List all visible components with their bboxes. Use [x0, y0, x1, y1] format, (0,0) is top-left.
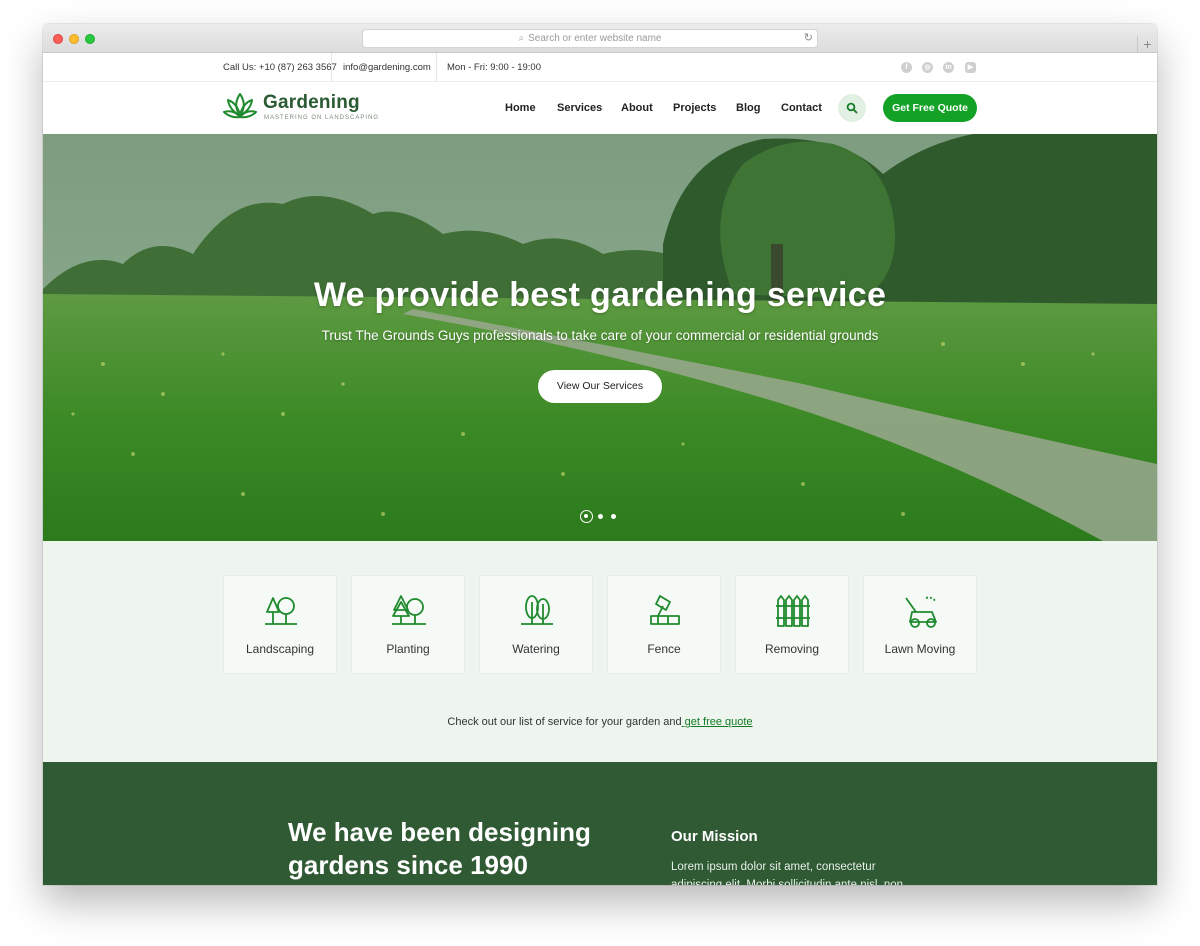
nav-home[interactable]: Home: [505, 82, 536, 134]
get-free-quote-button[interactable]: Get Free Quote: [883, 94, 977, 122]
nav-services[interactable]: Services: [557, 82, 602, 134]
service-label: Removing: [764, 642, 820, 656]
logo-tagline: MASTERING ON LANDSCAPING: [264, 115, 380, 121]
service-label: Fence: [647, 642, 681, 656]
service-card-planting[interactable]: Planting: [351, 575, 465, 674]
close-window-button[interactable]: [53, 34, 63, 44]
hero-slider: We provide best gardening service Trust …: [43, 134, 1157, 541]
nav-about[interactable]: About: [621, 82, 653, 134]
nav-projects[interactable]: Projects: [673, 82, 716, 134]
mission-text: Lorem ipsum dolor sit amet, consectetur …: [671, 861, 904, 885]
slider-dot-1[interactable]: [580, 510, 593, 523]
search-button[interactable]: [838, 94, 866, 122]
divider: [436, 53, 437, 82]
slider-dot-2[interactable]: [598, 514, 603, 519]
lotus-icon: [223, 93, 257, 119]
reload-icon[interactable]: ↻: [804, 30, 813, 47]
address-placeholder: Search or enter website name: [528, 33, 662, 44]
linkedin-icon[interactable]: in: [943, 62, 954, 73]
services-section: Landscaping Planting Watering Fence Remo…: [43, 541, 1157, 762]
browser-window: ⌕ Search or enter website name ↻ + Call U…: [43, 24, 1157, 885]
facebook-icon[interactable]: f: [901, 62, 912, 73]
youtube-icon[interactable]: ▶: [965, 62, 976, 73]
hero-subtitle: Trust The Grounds Guys professionals to …: [321, 328, 879, 343]
search-icon: [846, 102, 858, 114]
search-icon: ⌕: [518, 33, 525, 44]
planting-icon: [392, 595, 426, 625]
get-free-quote-link[interactable]: get free quote: [682, 716, 753, 728]
landscaping-icon: [265, 597, 297, 625]
service-label: Lawn Moving: [884, 642, 956, 656]
service-card-landscaping[interactable]: Landscaping: [223, 575, 337, 674]
mission-title: Our Mission: [671, 828, 758, 845]
browser-toolbar: ⌕ Search or enter website name ↻ +: [43, 24, 1157, 53]
lawn-mower-icon: [905, 596, 937, 628]
services-note: Check out our list of service for your g…: [43, 716, 1157, 728]
minimize-window-button[interactable]: [69, 34, 79, 44]
divider: [331, 53, 332, 82]
about-section: We have been designing gardens since 199…: [43, 762, 1157, 885]
site-logo[interactable]: Gardening MASTERING ON LANDSCAPING: [223, 91, 378, 125]
service-label: Landscaping: [245, 642, 315, 656]
service-label: Planting: [386, 642, 430, 656]
fence-tool-icon: [650, 595, 680, 625]
about-heading: We have been designing gardens since 199…: [288, 817, 591, 880]
instagram-icon[interactable]: ◎: [922, 62, 933, 73]
service-card-lawn-moving[interactable]: Lawn Moving: [863, 575, 977, 674]
watering-icon: [521, 595, 553, 625]
maximize-window-button[interactable]: [85, 34, 95, 44]
logo-title: Gardening: [263, 92, 360, 113]
service-label: Watering: [512, 642, 560, 656]
service-card-removing[interactable]: Removing: [735, 575, 849, 674]
top-info-bar: Call Us: +10 (87) 263 3567 info@gardenin…: [43, 53, 1157, 82]
new-tab-button[interactable]: +: [1137, 36, 1157, 53]
service-card-fence[interactable]: Fence: [607, 575, 721, 674]
hours-text: Mon - Fri: 9:00 - 19:00: [447, 62, 541, 73]
view-services-button[interactable]: View Our Services: [538, 370, 662, 403]
email-link[interactable]: info@gardening.com: [343, 53, 431, 82]
nav-blog[interactable]: Blog: [736, 82, 760, 134]
phone-text: Call Us: +10 (87) 263 3567: [223, 62, 337, 73]
hero-title: We provide best gardening service: [313, 276, 887, 314]
fence-icon: [776, 595, 810, 627]
services-note-text: Check out our list of service for your g…: [447, 716, 682, 728]
service-card-watering[interactable]: Watering: [479, 575, 593, 674]
nav-contact[interactable]: Contact: [781, 82, 822, 134]
address-bar[interactable]: ⌕ Search or enter website name ↻: [362, 29, 818, 48]
slider-dot-3[interactable]: [611, 514, 616, 519]
site-header: Gardening MASTERING ON LANDSCAPING Home …: [43, 82, 1157, 134]
